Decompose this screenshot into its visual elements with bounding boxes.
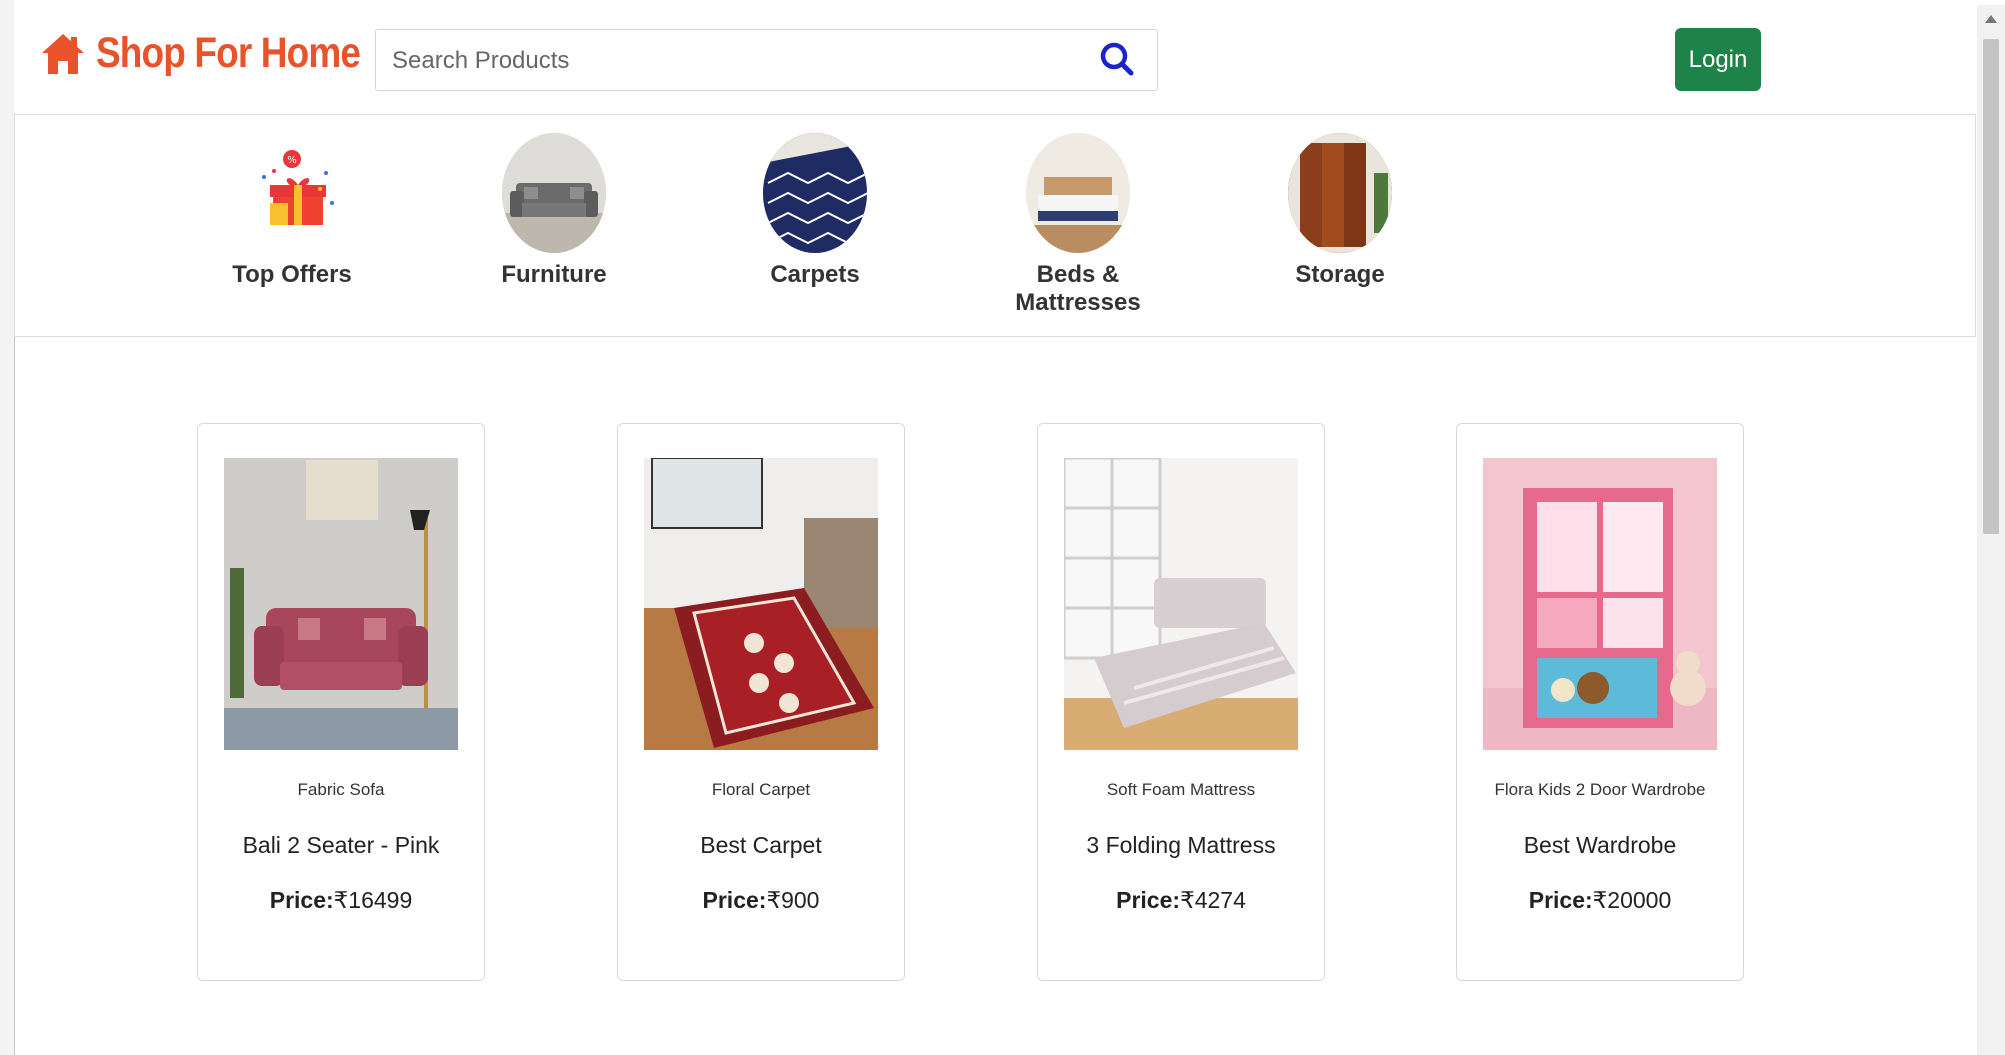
- category-label: Beds & Mattresses: [1015, 261, 1141, 316]
- search-box: [375, 29, 1158, 92]
- price-label: Price:: [269, 887, 334, 913]
- price-label: Price:: [1116, 887, 1181, 913]
- product-card[interactable]: Fabric Sofa Bali 2 Seater - Pink Price:₹…: [197, 423, 485, 981]
- product-subtitle: Soft Foam Mattress: [1106, 780, 1256, 799]
- svg-text:%: %: [287, 155, 297, 166]
- category-bar: % Top Offers Furniture Carpets Beds & Ma…: [14, 114, 1976, 337]
- vertical-scrollbar[interactable]: [1977, 5, 2005, 1055]
- product-subtitle: Fabric Sofa: [297, 780, 385, 799]
- price-value: ₹16499: [333, 887, 413, 913]
- bed-thumbnail: [1026, 133, 1130, 253]
- price-label: Price:: [1528, 887, 1593, 913]
- product-price: Price:₹900: [618, 887, 904, 914]
- product-card[interactable]: Soft Foam Mattress 3 Folding Mattress Pr…: [1037, 423, 1325, 981]
- product-image: [644, 458, 878, 750]
- product-name: Best Wardrobe: [1523, 832, 1677, 858]
- product-price: Price:₹16499: [198, 887, 484, 914]
- price-value: ₹20000: [1592, 887, 1672, 913]
- product-image: [224, 458, 458, 750]
- category-beds-mattresses[interactable]: Beds & Mattresses: [978, 133, 1178, 317]
- gift-offers-icon: %: [240, 133, 344, 253]
- price-value: ₹4274: [1180, 887, 1246, 913]
- category-storage[interactable]: Storage: [1240, 133, 1440, 289]
- price-value: ₹900: [766, 887, 820, 913]
- product-image: [1483, 458, 1717, 750]
- carpet-thumbnail: [763, 133, 867, 253]
- search-input[interactable]: [390, 30, 1074, 92]
- category-label: Furniture: [501, 261, 607, 288]
- home-icon: [42, 33, 84, 74]
- product-name: Bali 2 Seater - Pink: [242, 832, 440, 858]
- scroll-up-arrow-icon[interactable]: [1985, 15, 1997, 23]
- product-subtitle: Floral Carpet: [711, 780, 811, 799]
- product-card[interactable]: Floral Carpet Best Carpet Price:₹900: [617, 423, 905, 981]
- price-label: Price:: [702, 887, 767, 913]
- product-name: Best Carpet: [700, 832, 822, 858]
- product-card[interactable]: Flora Kids 2 Door Wardrobe Best Wardrobe…: [1456, 423, 1744, 981]
- product-price: Price:₹20000: [1457, 887, 1743, 914]
- category-label: Carpets: [770, 261, 860, 288]
- window-edge: [0, 0, 14, 1055]
- site-logo[interactable]: Shop For Home: [40, 29, 403, 78]
- product-image: [1064, 458, 1298, 750]
- storage-thumbnail: [1288, 133, 1392, 253]
- product-subtitle: Flora Kids 2 Door Wardrobe: [1494, 780, 1706, 799]
- furniture-thumbnail: [502, 133, 606, 253]
- category-label: Top Offers: [232, 261, 352, 288]
- search-icon: [1100, 42, 1134, 76]
- site-name: Shop For Home: [96, 29, 361, 77]
- category-top-offers[interactable]: % Top Offers: [192, 133, 392, 289]
- product-name: 3 Folding Mattress: [1086, 832, 1276, 858]
- login-button[interactable]: Login: [1675, 28, 1761, 91]
- product-price: Price:₹4274: [1038, 887, 1324, 914]
- site-header: Shop For Home Login: [14, 5, 1977, 113]
- scrollbar-thumb[interactable]: [1983, 39, 1999, 534]
- category-furniture[interactable]: Furniture: [454, 133, 654, 289]
- category-label: Storage: [1295, 261, 1385, 288]
- category-carpets[interactable]: Carpets: [715, 133, 915, 289]
- search-button[interactable]: [1097, 39, 1139, 81]
